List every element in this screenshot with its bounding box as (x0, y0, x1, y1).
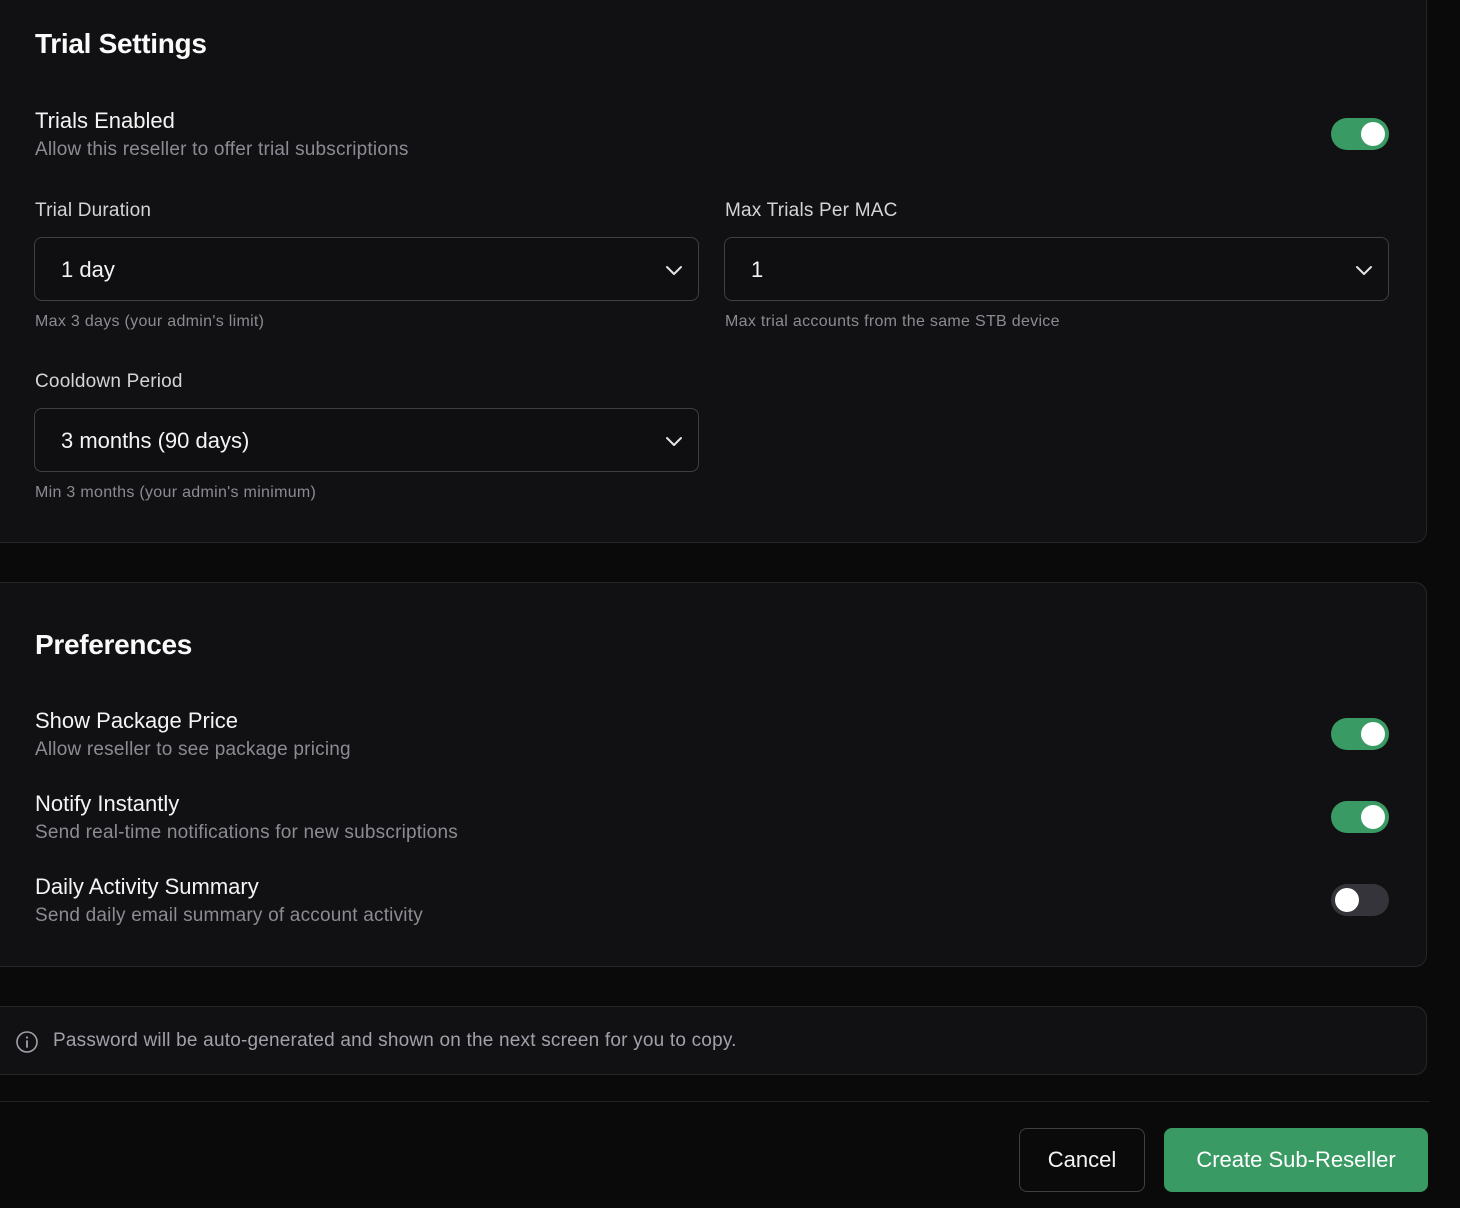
max-trials-hint: Max trial accounts from the same STB dev… (725, 313, 1060, 330)
toggle-knob (1335, 888, 1359, 912)
trials-enabled-toggle[interactable] (1331, 118, 1389, 150)
trial-settings-card: Trial Settings Trials Enabled Allow this… (0, 0, 1427, 543)
notify-instantly-label: Notify Instantly (35, 791, 180, 816)
preferences-card: Preferences Show Package Price Allow res… (0, 582, 1427, 967)
max-trials-select[interactable]: 1 (724, 237, 1389, 301)
preferences-title: Preferences (35, 629, 193, 660)
cooldown-period-value: 3 months (90 days) (61, 428, 250, 453)
info-icon (16, 1031, 38, 1053)
notify-instantly-description: Send real-time notifications for new sub… (35, 822, 458, 843)
toggle-knob (1361, 805, 1385, 829)
daily-activity-summary-toggle[interactable] (1331, 884, 1389, 916)
trials-enabled-label: Trials Enabled (35, 108, 175, 133)
show-package-price-toggle[interactable] (1331, 718, 1389, 750)
password-info-notice: Password will be auto-generated and show… (0, 1006, 1427, 1075)
daily-activity-summary-description: Send daily email summary of account acti… (35, 905, 423, 926)
daily-activity-summary-label: Daily Activity Summary (35, 874, 259, 899)
cancel-button[interactable]: Cancel (1019, 1128, 1145, 1192)
trial-duration-label: Trial Duration (35, 200, 152, 221)
chevron-down-icon (666, 437, 682, 446)
trials-enabled-description: Allow this reseller to offer trial subsc… (35, 139, 409, 160)
trial-duration-value: 1 day (61, 257, 115, 282)
cooldown-period-select[interactable]: 3 months (90 days) (34, 408, 699, 472)
max-trials-label: Max Trials Per MAC (725, 200, 898, 221)
password-info-text: Password will be auto-generated and show… (53, 1030, 737, 1051)
footer-divider (0, 1101, 1430, 1102)
toggle-knob (1361, 722, 1385, 746)
trial-duration-select[interactable]: 1 day (34, 237, 699, 301)
create-sub-reseller-button[interactable]: Create Sub-Reseller (1164, 1128, 1428, 1192)
trial-settings-title: Trial Settings (35, 28, 207, 59)
show-package-price-label: Show Package Price (35, 708, 238, 733)
notify-instantly-toggle[interactable] (1331, 801, 1389, 833)
cooldown-period-label: Cooldown Period (35, 371, 183, 392)
chevron-down-icon (666, 266, 682, 275)
max-trials-value: 1 (751, 257, 764, 282)
toggle-knob (1361, 122, 1385, 146)
chevron-down-icon (1356, 266, 1372, 275)
cooldown-period-hint: Min 3 months (your admin's minimum) (35, 484, 317, 501)
show-package-price-description: Allow reseller to see package pricing (35, 739, 351, 760)
trial-duration-hint: Max 3 days (your admin's limit) (35, 313, 265, 330)
